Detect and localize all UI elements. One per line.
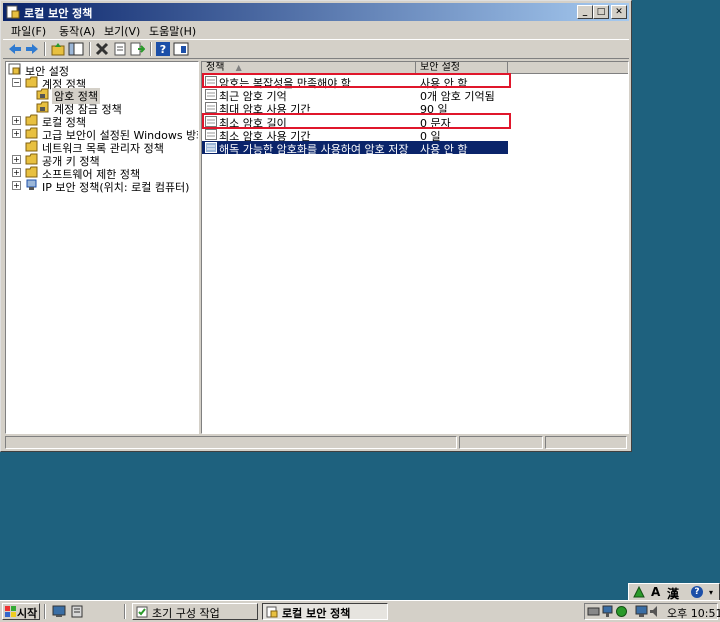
list-pane[interactable]: 정책 ▲ 보안 설정 암호는 복잡성을 만족해야 함 사용 안 함 최근 암호 … [201,61,629,434]
expand-expander[interactable]: + [12,129,21,138]
folder-icon [25,166,38,178]
maximize-button[interactable]: □ [593,5,609,19]
menu-file[interactable]: 파일(F) [11,23,46,39]
folder-icon [25,140,38,152]
minimize-button[interactable]: _ [577,5,593,19]
server-manager-icon[interactable] [70,605,84,618]
toolbar: ? [3,39,629,59]
folder-open-icon [25,76,38,88]
local-security-policy-window: 로컬 보안 정책 _ □ ✕ 파일(F) 동작(A) 보기(V) 도움말(H) … [0,0,632,452]
tree-item-label: IP 보안 정책(위치: 로컬 컴퓨터) [42,181,190,194]
policy-app-icon [266,606,278,618]
console-view-icon[interactable] [173,41,189,57]
policy-icon [205,89,217,100]
folder-icon [25,153,38,165]
column-header-label: 보안 설정 [420,62,460,73]
expand-expander[interactable]: + [12,155,21,164]
windows-logo-icon [5,606,16,617]
language-bar: A 漢 ? ▾ [628,583,720,601]
task-label: 초기 구성 작업 [152,607,220,620]
show-desktop-icon[interactable] [52,605,66,618]
collapse-expander[interactable]: − [12,78,21,87]
policy-icon [205,142,217,153]
tree-item-ip-security[interactable]: + IP 보안 정책(위치: 로컬 컴퓨터) [8,179,198,194]
show-hide-tree-icon[interactable] [68,41,84,57]
config-task-icon [136,606,148,618]
expand-expander[interactable]: + [12,116,21,125]
tree-pane[interactable]: 보안 설정 − 계정 정책 암호 정책 계정 잠금 정책 + 로컬 정책 + 고… [5,61,199,434]
folder-icon [25,114,38,126]
security-settings-icon [8,63,21,75]
sort-up-icon: ▲ [235,63,242,72]
policy-row[interactable]: 최소 암호 사용 기간 0 일 [202,128,508,143]
status-cell [545,436,627,449]
volume-icon[interactable] [649,605,662,618]
title-bar[interactable]: 로컬 보안 정책 _ □ ✕ [3,3,629,21]
delete-icon[interactable] [94,41,110,57]
policy-value: 사용 안 함 [420,143,468,156]
langbar-menu-icon[interactable]: ▾ [709,588,713,597]
monitor-icon[interactable] [635,605,648,618]
help-icon[interactable]: ? [155,41,171,57]
ime-icon[interactable] [633,586,645,598]
tree-item-network-list-manager[interactable]: 네트워크 목록 관리자 정책 [8,140,198,155]
start-label: 시작 [17,607,38,620]
status-cell [459,436,543,449]
highlight-box-min-length [202,113,511,129]
column-header-policy[interactable]: 정책 ▲ [202,62,416,73]
lock-folder-icon [36,101,49,113]
tree-item-account-lockout-policy[interactable]: 계정 잠금 정책 [36,101,186,116]
policy-app-icon [6,5,20,19]
status-bar [3,436,629,450]
policy-row-selected[interactable]: 해독 가능한 암호화를 사용하여 암호 저장 사용 안 함 [202,141,508,156]
tree-item-password-policy[interactable]: 암호 정책 [36,88,186,104]
lock-folder-icon [36,88,49,100]
task-local-security-policy[interactable]: 로컬 보안 정책 [262,603,388,620]
network-icon[interactable] [601,605,614,618]
keyboard-icon[interactable] [587,605,600,618]
tree-item-local-policies[interactable]: + 로컬 정책 [8,114,198,129]
expand-expander[interactable]: + [12,168,21,177]
ip-security-icon [26,179,37,190]
folder-icon [25,127,38,139]
taskbar: 시작 초기 구성 작업 로컬 보안 정책 오후 10:51 [0,600,720,622]
back-arrow-icon[interactable] [7,41,23,57]
window-title: 로컬 보안 정책 [24,7,93,20]
status-cell [5,436,457,449]
task-initial-config[interactable]: 초기 구성 작업 [132,603,258,620]
close-button[interactable]: ✕ [611,5,627,19]
system-tray: 오후 10:51 [584,603,720,621]
tree-item-public-key-policies[interactable]: + 공개 키 정책 [8,153,198,168]
policy-icon [205,129,217,140]
forward-arrow-icon[interactable] [24,41,40,57]
export-list-icon[interactable] [129,41,145,57]
clock[interactable]: 오후 10:51 [667,605,720,621]
up-folder-icon[interactable] [50,41,66,57]
expand-expander[interactable]: + [12,181,21,190]
start-button[interactable]: 시작 [2,603,40,620]
policy-row[interactable]: 최근 암호 기억 0개 암호 기억됨 [202,88,508,103]
menu-action[interactable]: 동작(A) [59,23,95,39]
column-header-label: 정책 [206,62,225,73]
task-label: 로컬 보안 정책 [282,607,351,620]
help-icon[interactable]: ? [691,586,703,598]
policy-name: 해독 가능한 암호화를 사용하여 암호 저장 [219,143,409,156]
policy-icon [205,102,217,113]
column-header-setting[interactable]: 보안 설정 [416,62,508,73]
highlight-box-complexity [202,73,511,88]
security-shield-icon[interactable] [615,605,628,618]
menu-bar: 파일(F) 동작(A) 보기(V) 도움말(H) [3,22,629,38]
tree-item-software-restriction[interactable]: + 소프트웨어 제한 정책 [8,166,198,181]
properties-icon[interactable] [112,41,128,57]
svg-text:?: ? [160,43,166,56]
menu-help[interactable]: 도움말(H) [149,23,196,39]
menu-view[interactable]: 보기(V) [104,23,140,39]
input-mode-indicator[interactable]: A [651,585,660,599]
tree-item-windows-firewall[interactable]: + 고급 보안이 설정된 Windows 방화벽 [8,127,198,142]
tree-root[interactable]: 보안 설정 [8,63,188,78]
